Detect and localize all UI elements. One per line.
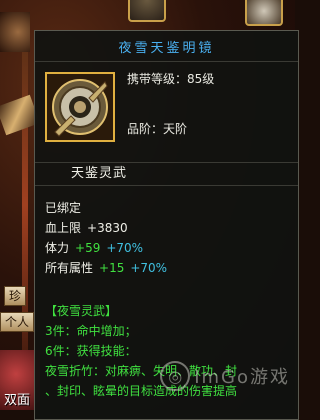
stat-all-attributes: 所有属性 +15 +70%: [45, 258, 298, 278]
watermark-text: ImGo游戏: [194, 367, 290, 388]
item-title: 夜雪天鉴明镜: [118, 40, 215, 56]
stat-all-attributes-pct: +70%: [130, 261, 168, 275]
personal-tab-button[interactable]: 个人: [0, 312, 35, 332]
stats-block: 已绑定 血上限 +3830 体力 +59 +70% 所有属性 +15 +70%: [35, 186, 298, 278]
carry-level-value: 85级: [187, 72, 215, 86]
carry-level-label: 携带等级：: [127, 72, 188, 86]
item-icon-frame: [45, 72, 115, 142]
character-portrait: [0, 12, 30, 52]
item-meta: 携带等级：85级 品阶：天阶: [127, 68, 214, 140]
treasure-tab-button[interactable]: 珍: [4, 286, 27, 306]
stat-hp-label: 血上限: [45, 221, 82, 235]
watermark-logo-icon: ◎: [160, 361, 191, 391]
stat-all-attributes-flat: +15: [99, 261, 125, 275]
item-grade: 品阶：天阶: [127, 118, 214, 140]
stat-stamina-label: 体力: [45, 241, 70, 255]
grade-value: 天阶: [163, 122, 188, 136]
bound-status: 已绑定: [45, 201, 82, 215]
tooltip-header: 夜雪天鉴明镜: [35, 31, 298, 62]
set-bonus-3: 3件：命中增加；: [45, 324, 137, 338]
stat-stamina: 体力 +59 +70%: [45, 238, 298, 258]
grade-label: 品阶：: [127, 122, 164, 136]
stat-hp-value: +3830: [87, 221, 128, 235]
watermark: ◎ ImGo游戏: [160, 361, 290, 391]
item-tooltip: 夜雪天鉴明镜 携带等级：85级 品阶：天阶 天鉴灵武 已绑定 血上限 +3830…: [34, 30, 299, 420]
stat-hp: 血上限 +3830: [45, 218, 298, 238]
set-name: 【夜雪灵武】: [45, 304, 118, 318]
stat-stamina-pct: +70%: [106, 241, 144, 255]
set-bonus-6: 6件：获得技能：: [45, 344, 137, 358]
item-slot-top[interactable]: [128, 0, 166, 22]
stat-all-attributes-label: 所有属性: [45, 261, 94, 275]
dual-side-label: 双面: [4, 393, 31, 408]
mirror-icon: [52, 79, 108, 137]
item-category: 天鉴灵武: [35, 162, 298, 186]
stat-stamina-flat: +59: [75, 241, 101, 255]
item-slot-right[interactable]: [245, 0, 283, 26]
item-summary: 携带等级：85级 品阶：天阶: [35, 62, 298, 162]
carry-level: 携带等级：85级: [127, 68, 214, 90]
